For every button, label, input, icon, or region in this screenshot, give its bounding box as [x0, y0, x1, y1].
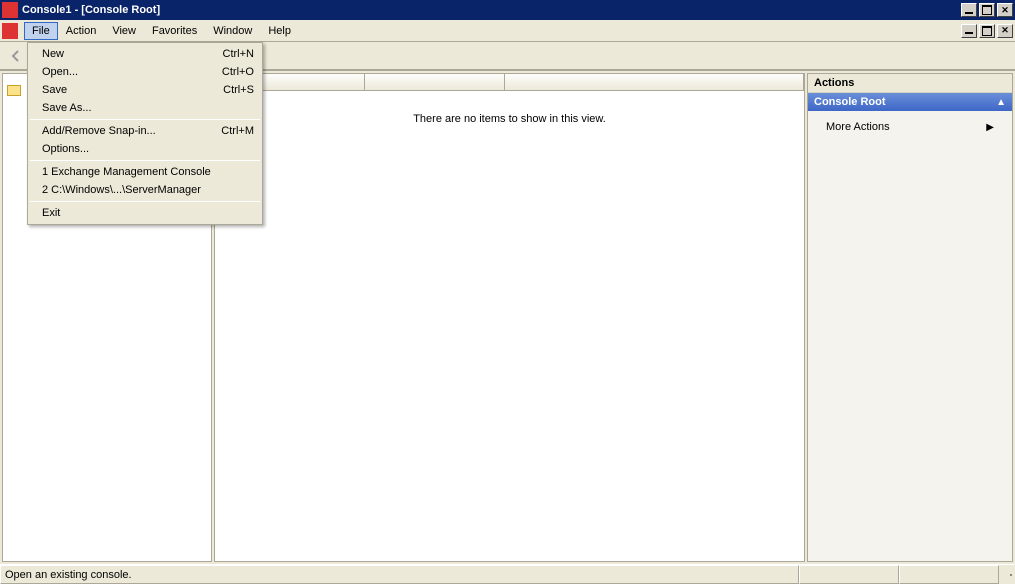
status-message: Open an existing console. — [0, 565, 799, 584]
menu-item-label: Open... — [42, 66, 222, 78]
menu-bar: File Action View Favorites Window Help — [0, 20, 1015, 42]
title-bar: Console1 - [Console Root] — [0, 0, 1015, 20]
menu-item-label: Save — [42, 84, 223, 96]
actions-pane: Actions Console Root ▲ More Actions ▶ — [807, 73, 1013, 562]
window-controls — [961, 3, 1013, 17]
submenu-arrow-icon: ▶ — [986, 122, 994, 133]
menu-item-shortcut: Ctrl+N — [223, 48, 254, 60]
menu-item-label: 1 Exchange Management Console — [42, 166, 254, 178]
menu-item-new[interactable]: NewCtrl+N — [28, 45, 262, 63]
status-text: Open an existing console. — [5, 569, 132, 581]
menu-item-open[interactable]: Open...Ctrl+O — [28, 63, 262, 81]
menu-item-add-remove-snapin[interactable]: Add/Remove Snap-in...Ctrl+M — [28, 122, 262, 140]
maximize-button[interactable] — [979, 3, 995, 17]
menu-item-options[interactable]: Options... — [28, 140, 262, 158]
list-column[interactable] — [365, 74, 505, 90]
menu-separator — [30, 119, 260, 120]
status-cell — [899, 565, 999, 584]
actions-body: More Actions ▶ — [808, 111, 1012, 143]
menu-file[interactable]: File — [24, 22, 58, 40]
menu-separator — [30, 201, 260, 202]
menu-item-shortcut: Ctrl+S — [223, 84, 254, 96]
menu-action[interactable]: Action — [58, 22, 105, 40]
menu-item-label: Options... — [42, 143, 254, 155]
menu-item-shortcut: Ctrl+O — [222, 66, 254, 78]
status-cell — [799, 565, 899, 584]
empty-list-text: There are no items to show in this view. — [413, 113, 606, 125]
status-bar: Open an existing console. — [0, 564, 1015, 584]
menu-separator — [30, 160, 260, 161]
menu-item-save[interactable]: SaveCtrl+S — [28, 81, 262, 99]
window-title: Console1 - [Console Root] — [22, 4, 961, 16]
menu-window[interactable]: Window — [205, 22, 260, 40]
menu-item-label: Add/Remove Snap-in... — [42, 125, 221, 137]
menu-item-shortcut: Ctrl+M — [221, 125, 254, 137]
menu-item-label: New — [42, 48, 223, 60]
app-icon — [2, 2, 18, 18]
menu-item-exit[interactable]: Exit — [28, 204, 262, 222]
menu-item-save-as[interactable]: Save As... — [28, 99, 262, 117]
app-icon-small — [2, 23, 18, 39]
menu-help[interactable]: Help — [260, 22, 299, 40]
center-pane: There are no items to show in this view. — [214, 73, 805, 562]
menu-item-label: Save As... — [42, 102, 254, 114]
action-more-actions[interactable]: More Actions ▶ — [814, 117, 1006, 137]
menu-item-label: 2 C:\Windows\...\ServerManager — [42, 184, 254, 196]
list-column[interactable] — [505, 74, 804, 90]
actions-section-header[interactable]: Console Root ▲ — [808, 93, 1012, 111]
actions-section-title: Console Root — [814, 96, 886, 108]
menu-item-recent-1[interactable]: 1 Exchange Management Console — [28, 163, 262, 181]
resize-grip[interactable] — [999, 571, 1015, 579]
menu-item-label: Exit — [42, 207, 254, 219]
list-body: There are no items to show in this view. — [214, 91, 805, 562]
list-header[interactable] — [214, 73, 805, 91]
mdi-minimize-button[interactable] — [961, 24, 977, 38]
file-dropdown: NewCtrl+N Open...Ctrl+O SaveCtrl+S Save … — [27, 42, 263, 225]
menu-view[interactable]: View — [104, 22, 144, 40]
actions-header: Actions — [808, 74, 1012, 93]
menu-favorites[interactable]: Favorites — [144, 22, 205, 40]
menu-item-recent-2[interactable]: 2 C:\Windows\...\ServerManager — [28, 181, 262, 199]
action-label: More Actions — [826, 121, 890, 133]
collapse-icon: ▲ — [996, 97, 1006, 108]
back-button[interactable] — [6, 46, 26, 66]
tree-root-item[interactable] — [7, 85, 24, 96]
close-button[interactable] — [997, 3, 1013, 17]
mdi-restore-button[interactable] — [979, 24, 995, 38]
mdi-controls — [961, 24, 1015, 38]
mdi-close-button[interactable] — [997, 24, 1013, 38]
minimize-button[interactable] — [961, 3, 977, 17]
folder-icon — [7, 85, 21, 96]
